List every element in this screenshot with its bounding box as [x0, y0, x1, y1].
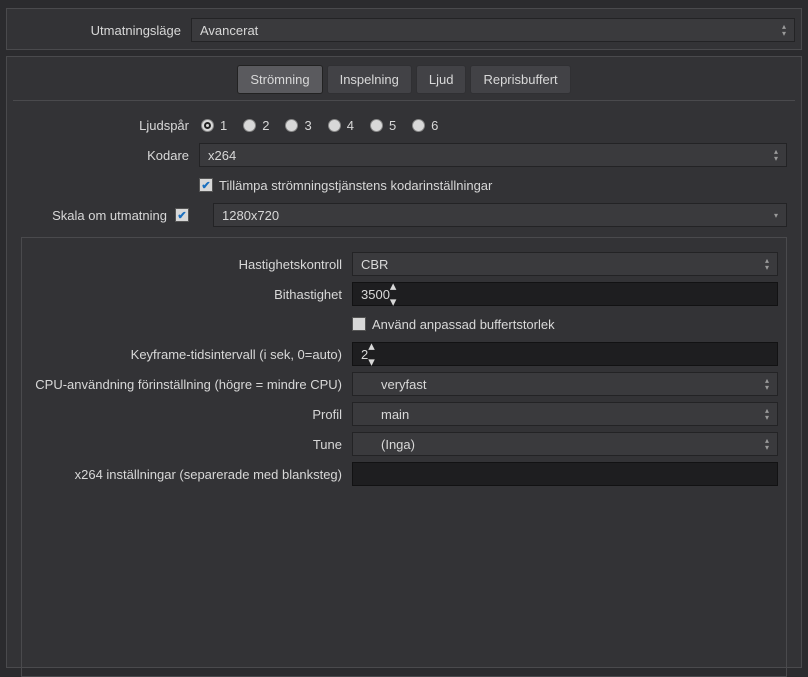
- profile-dropdown[interactable]: main ▴▾: [352, 402, 778, 426]
- chevron-updown-icon: ▴▾: [390, 278, 397, 310]
- radio-icon: [412, 119, 425, 132]
- profile-label: Profil: [30, 407, 352, 422]
- radio-icon: [285, 119, 298, 132]
- audio-track-5[interactable]: 5: [370, 118, 396, 133]
- cpu-preset-label: CPU-användning förinställning (högre = m…: [30, 377, 352, 392]
- audio-track-label: Ljudspår: [21, 118, 199, 133]
- radio-icon: [201, 119, 214, 132]
- rate-control-value: CBR: [361, 257, 388, 272]
- bitrate-label: Bithastighet: [30, 287, 352, 302]
- encoder-label: Kodare: [21, 148, 199, 163]
- cpu-preset-dropdown[interactable]: veryfast ▴▾: [352, 372, 778, 396]
- keyframe-interval-input[interactable]: 2 ▴▾: [352, 342, 778, 366]
- radio-icon: [243, 119, 256, 132]
- rescale-output-label: Skala om utmatning: [52, 208, 167, 223]
- tab-recording[interactable]: Inspelning: [327, 65, 412, 94]
- tab-audio[interactable]: Ljud: [416, 65, 467, 94]
- output-mode-label: Utmatningsläge: [13, 23, 191, 38]
- output-mode-value: Avancerat: [200, 23, 258, 38]
- checkmark-icon: ✔: [199, 178, 213, 192]
- custom-buffer-checkbox[interactable]: ✔ Använd anpassad buffertstorlek: [352, 317, 555, 332]
- profile-value: main: [381, 407, 409, 422]
- rescale-output-dropdown[interactable]: 1280x720 ▾: [213, 203, 787, 227]
- chevron-updown-icon: ▴▾: [759, 433, 775, 455]
- audio-track-3[interactable]: 3: [285, 118, 311, 133]
- radio-icon: [370, 119, 383, 132]
- tab-replay-buffer[interactable]: Reprisbuffert: [470, 65, 570, 94]
- rescale-output-checkbox[interactable]: ✔: [175, 208, 189, 222]
- audio-track-4[interactable]: 4: [328, 118, 354, 133]
- custom-buffer-label: Använd anpassad buffertstorlek: [372, 317, 555, 332]
- chevron-updown-icon: ▴▾: [776, 19, 792, 41]
- audio-track-2[interactable]: 2: [243, 118, 269, 133]
- radio-icon: [328, 119, 341, 132]
- keyframe-interval-value: 2: [361, 347, 368, 362]
- audio-track-6[interactable]: 6: [412, 118, 438, 133]
- chevron-updown-icon: ▴▾: [759, 403, 775, 425]
- tune-dropdown[interactable]: (Inga) ▴▾: [352, 432, 778, 456]
- enforce-service-checkbox[interactable]: ✔ Tillämpa strömningstjänstens kodarinst…: [199, 178, 492, 193]
- checkbox-icon: ✔: [352, 317, 366, 331]
- enforce-service-label: Tillämpa strömningstjänstens kodarinstäl…: [219, 178, 492, 193]
- encoder-settings-panel: Hastighetskontroll CBR ▴▾ Bithastighet 3…: [21, 237, 787, 677]
- rate-control-label: Hastighetskontroll: [30, 257, 352, 272]
- bitrate-input[interactable]: 3500 ▴▾: [352, 282, 778, 306]
- x264-opts-input[interactable]: [352, 462, 778, 486]
- cpu-preset-value: veryfast: [381, 377, 427, 392]
- chevron-updown-icon: ▴▾: [368, 338, 375, 370]
- rescale-output-value: 1280x720: [222, 208, 279, 223]
- tab-streaming[interactable]: Strömning: [237, 65, 322, 94]
- tune-value: (Inga): [381, 437, 415, 452]
- rate-control-dropdown[interactable]: CBR ▴▾: [352, 252, 778, 276]
- x264-opts-label: x264 inställningar (separerade med blank…: [30, 467, 352, 482]
- chevron-updown-icon: ▴▾: [759, 253, 775, 275]
- encoder-value: x264: [208, 148, 236, 163]
- chevron-down-icon: ▾: [768, 204, 784, 226]
- encoder-dropdown[interactable]: x264 ▴▾: [199, 143, 787, 167]
- keyframe-interval-label: Keyframe-tidsintervall (i sek, 0=auto): [30, 347, 352, 362]
- chevron-updown-icon: ▴▾: [759, 373, 775, 395]
- chevron-updown-icon: ▴▾: [768, 144, 784, 166]
- bitrate-value: 3500: [361, 287, 390, 302]
- tabs-bar: Strömning Inspelning Ljud Reprisbuffert: [13, 65, 795, 94]
- audio-track-1[interactable]: 1: [201, 118, 227, 133]
- output-mode-dropdown[interactable]: Avancerat ▴▾: [191, 18, 795, 42]
- audio-track-group: 1 2 3 4 5 6: [199, 118, 438, 133]
- tune-label: Tune: [30, 437, 352, 452]
